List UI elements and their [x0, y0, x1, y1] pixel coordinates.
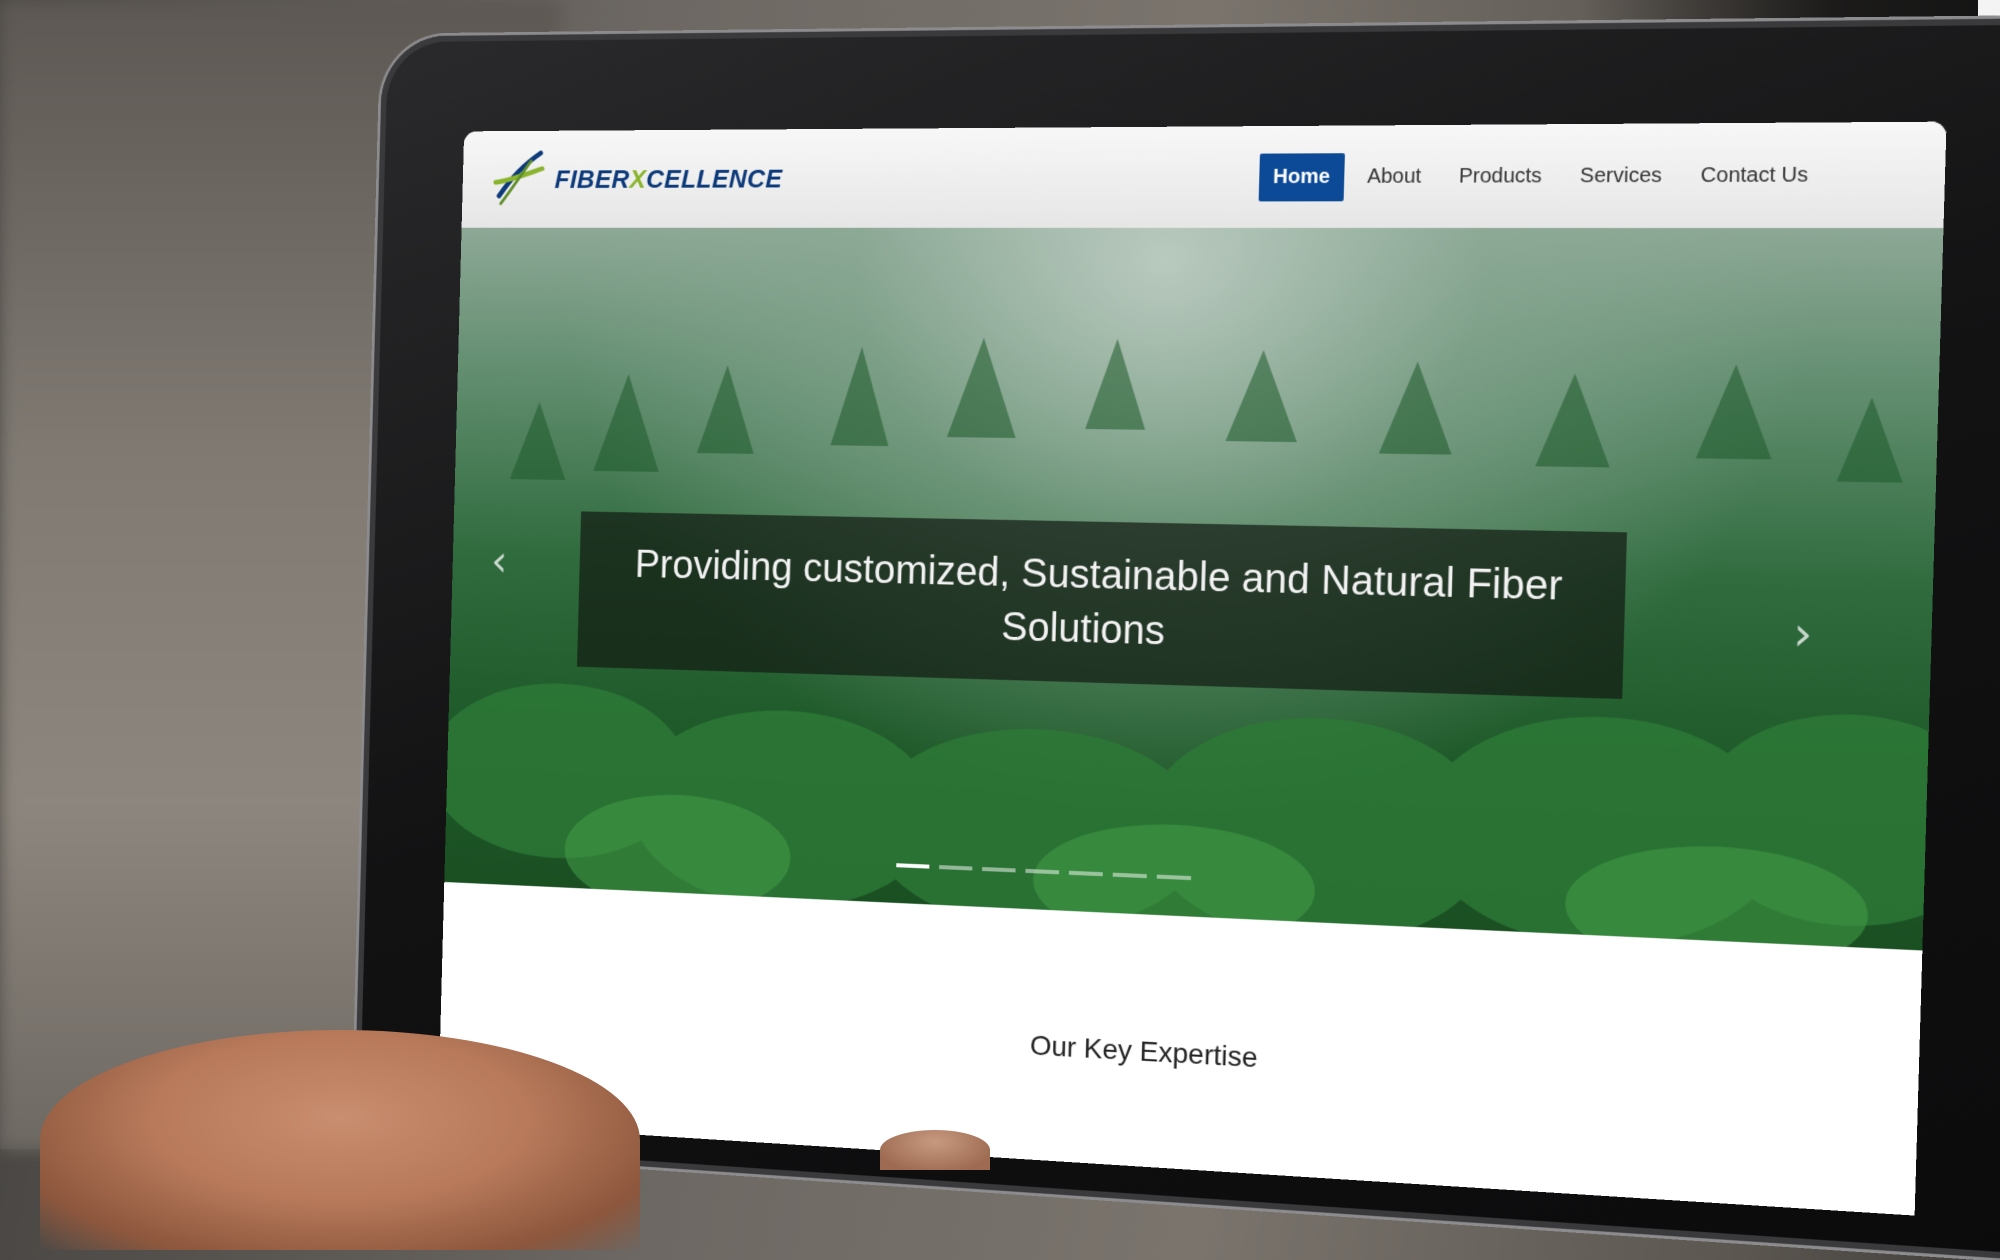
site-logo[interactable]: FIBERXCELLENCE — [491, 146, 783, 211]
hero-caption: Providing customized, Sustainable and Na… — [634, 542, 1564, 654]
logo-text-x: X — [629, 163, 647, 194]
nav-item-about[interactable]: About — [1352, 152, 1437, 201]
chevron-left-icon[interactable]: ‹ — [491, 537, 508, 587]
photo-scene: FIBERXCELLENCE Home About Products Servi… — [0, 0, 2000, 1260]
section-title-key-expertise: Our Key Expertise — [1029, 1029, 1259, 1074]
nav-item-services[interactable]: Services — [1564, 151, 1677, 200]
chevron-right-icon[interactable]: › — [1792, 607, 1813, 661]
hero-carousel: ‹ › Providing customized, Sustainable an… — [444, 227, 1944, 951]
main-nav: Home About Products Services Contact Us — [1258, 150, 1824, 201]
laptop-screen: FIBERXCELLENCE Home About Products Servi… — [437, 121, 1947, 1216]
nav-item-home[interactable]: Home — [1258, 152, 1346, 201]
logo-text-main: FIBER — [554, 163, 631, 194]
hero-caption-box: Providing customized, Sustainable and Na… — [576, 511, 1627, 699]
nav-item-products[interactable]: Products — [1444, 152, 1558, 201]
site-navbar: FIBERXCELLENCE Home About Products Servi… — [461, 121, 1947, 229]
fingertip — [880, 1130, 990, 1170]
fiber-logo-icon — [491, 147, 548, 211]
nav-item-contact-us[interactable]: Contact Us — [1685, 150, 1824, 200]
logo-wordmark: FIBERXCELLENCE — [554, 163, 783, 194]
hand-left — [40, 1030, 640, 1250]
logo-text-tail: CELLENCE — [645, 163, 783, 194]
